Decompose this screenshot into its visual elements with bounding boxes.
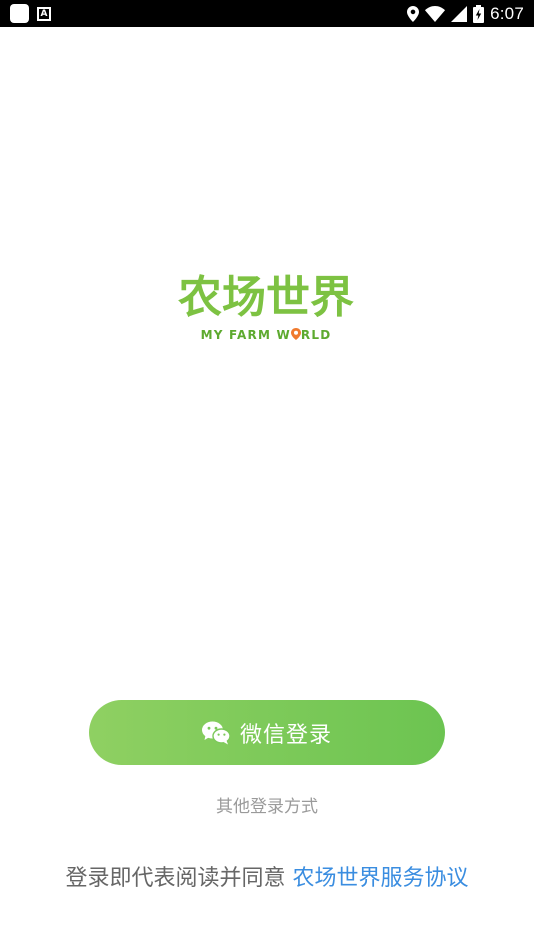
app-logo: 农场世界 MY FARM W RLD bbox=[170, 268, 362, 348]
logo-english-part2: RLD bbox=[300, 328, 332, 342]
wechat-icon bbox=[201, 721, 230, 744]
a-notification-icon: A bbox=[37, 6, 51, 21]
wifi-icon bbox=[425, 5, 446, 22]
app-icon bbox=[10, 4, 29, 23]
other-login-methods-link[interactable]: 其他登录方式 bbox=[0, 792, 534, 817]
status-bar-right: 6:07 bbox=[407, 3, 524, 24]
status-bar: A 6:07 bbox=[0, 0, 534, 27]
location-icon bbox=[407, 5, 420, 22]
agreement-text: 登录即代表阅读并同意 农场世界服务协议 bbox=[0, 860, 534, 892]
wechat-login-label: 微信登录 bbox=[239, 722, 332, 748]
location-pin-icon bbox=[290, 328, 301, 340]
logo-english-part1: MY FARM W bbox=[200, 328, 291, 342]
logo-english-text: MY FARM W RLD bbox=[170, 325, 362, 345]
signal-icon bbox=[451, 5, 468, 22]
service-agreement-link[interactable]: 农场世界服务协议 bbox=[292, 866, 468, 891]
agreement-prefix: 登录即代表阅读并同意 bbox=[65, 866, 293, 891]
status-time: 6:07 bbox=[490, 3, 524, 23]
battery-charging-icon bbox=[473, 4, 485, 23]
status-bar-left: A bbox=[10, 4, 51, 23]
logo-chinese-text: 农场世界 bbox=[178, 272, 354, 323]
wechat-login-button[interactable]: 微信登录 bbox=[89, 700, 445, 765]
